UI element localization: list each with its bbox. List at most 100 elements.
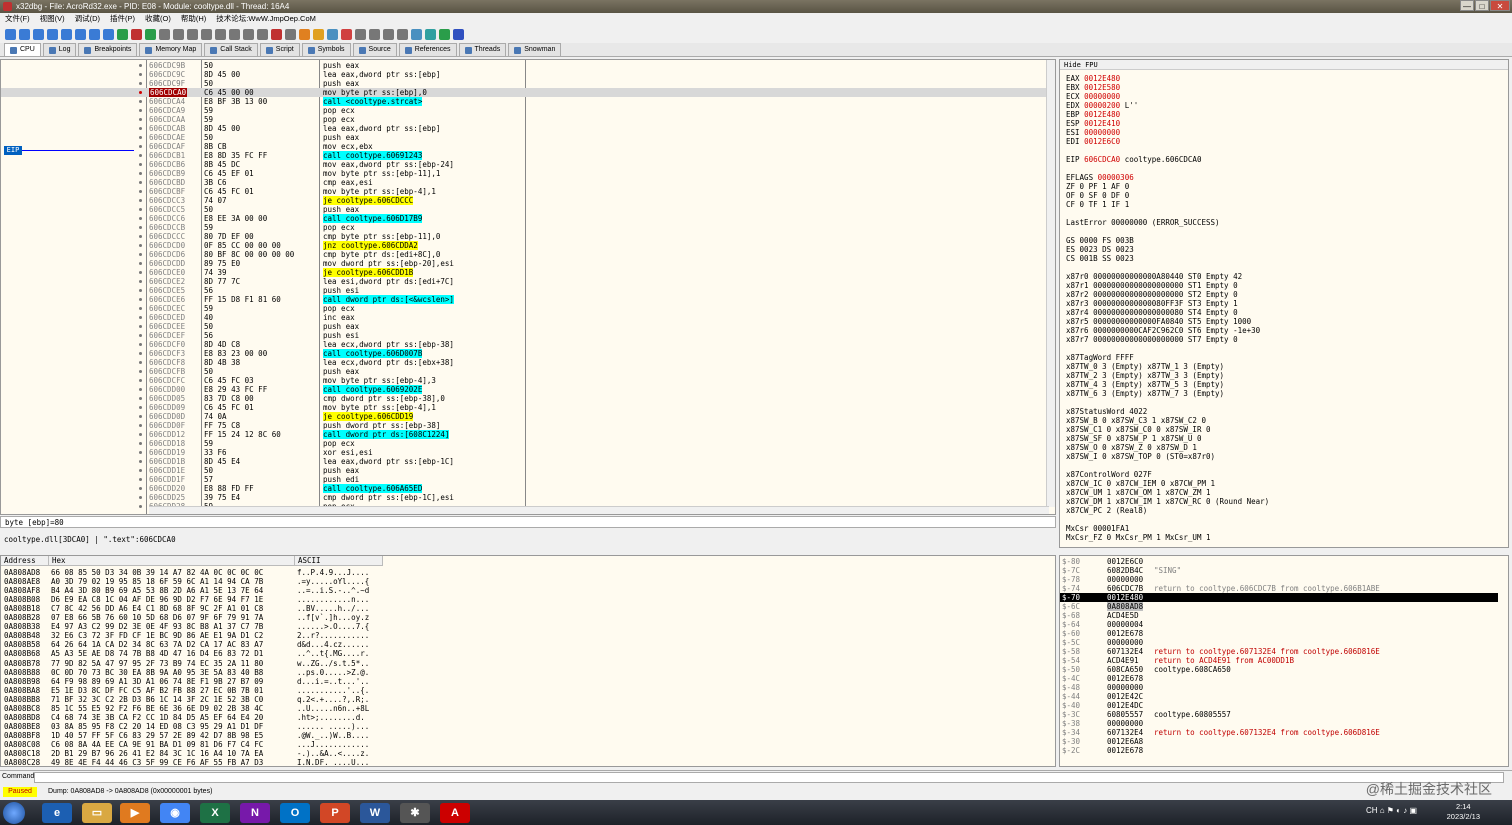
breakpoint-dot[interactable] [139,253,142,256]
disasm-row[interactable]: 606CDD20 E8 88 FD FF call cooltype.606A65E… [1,484,1047,493]
stack-row[interactable]: $-7C 6082DB4C "SING" [1060,566,1498,575]
disasm-row[interactable]: 606CDD05 83 7D C8 00 cmp dword ptr ss:[ebp… [1,394,1047,403]
outlook-icon[interactable]: O [280,803,310,823]
register-value[interactable]: 0012E580 [1084,83,1120,92]
tab-source[interactable]: Source [352,43,397,56]
tab-symbols[interactable]: Symbols [301,43,351,56]
register-value[interactable]: 0012E410 [1084,119,1120,128]
disasm-row[interactable]: 606CDCEC 59 pop ecx [1,304,1047,313]
tab-breakpoints[interactable]: Breakpoints [78,43,138,56]
disasm-row[interactable]: 606CDC9C 8D 45 00 lea eax,dword ptr ss:[eb… [1,70,1047,79]
toolbar-button-icon[interactable] [425,28,436,40]
stack-row[interactable]: $-38 00000000 [1060,719,1498,728]
disasm-horizontal-scrollbar[interactable] [149,506,1049,514]
breakpoint-dot[interactable] [139,415,142,418]
register-line[interactable]: x87r3 0000000000000080FF3F ST3 Empty 1 [1066,299,1238,308]
toolbar-button-icon[interactable] [383,28,394,40]
word-icon[interactable]: W [360,803,390,823]
disasm-row[interactable]: 606CDCEE 50 push eax [1,322,1047,331]
stack-panel[interactable]: $-80 0012E6C0 $-7C 6082DB4C "SING" $-78 000000… [1059,555,1509,767]
toolbar-button-icon[interactable] [47,28,58,40]
register-line[interactable]: EDI 0012E6C0 [1066,137,1120,146]
ie-icon[interactable]: e [42,803,72,823]
breakpoint-dot[interactable] [139,307,142,310]
register-line[interactable]: x87r2 00000000000000000000 ST2 Empty 0 [1066,290,1238,299]
disasm-row[interactable]: 606CDCBD 3B C6 cmp eax,esi [1,178,1047,187]
register-line[interactable]: x87SW_I 0 x87SW_TOP 0 (ST0=x87r0) [1066,452,1215,461]
stack-row[interactable]: $-48 00000000 [1060,683,1498,692]
disasm-row[interactable]: 606CDCE6 FF 15 D8 F1 81 60 call dword ptr … [1,295,1047,304]
register-line[interactable]: x87TW_2 3 (Empty) x87TW_3 3 (Empty) [1066,371,1224,380]
menu-item[interactable]: 插件(P) [110,13,135,25]
breakpoint-dot[interactable] [139,406,142,409]
dump-header-ascii[interactable]: ASCII [295,556,383,566]
toolbar-button-icon[interactable] [201,28,212,40]
disasm-row[interactable]: 606CDCFC C6 45 FC 03 mov byte ptr ss:[ebp-… [1,376,1047,385]
tab-snowman[interactable]: Snowman [508,43,562,56]
toolbar-button-icon[interactable] [285,28,296,40]
disasm-row[interactable]: 606CDCE0 74 39 je cooltype.606CDD1B [1,268,1047,277]
breakpoint-dot[interactable] [139,82,142,85]
dump-panel[interactable]: Address Hex ASCII 0A808AD8 66 08 85 50 D3… [0,555,1056,767]
breakpoint-dot[interactable] [139,226,142,229]
disassembly-view[interactable]: EIP 606CDC9B 50 push eax 606CDC9C 8D 45 00 le… [0,59,1056,515]
stack-row[interactable]: $-78 00000000 [1060,575,1498,584]
register-line[interactable]: GS 0000 FS 003B [1066,236,1134,245]
register-line[interactable]: x87r0 00000000000000A80440 ST0 Empty 42 [1066,272,1242,281]
disasm-row[interactable]: 606CDD25 39 75 E4 cmp dword ptr ss:[ebp-1C… [1,493,1047,502]
breakpoint-dot[interactable] [139,361,142,364]
register-line[interactable]: x87r6 0000000000CAF2C962C0 ST6 Empty -1e… [1066,326,1260,335]
disasm-row[interactable]: 606CDD0D 74 0A je cooltype.606CDD19 [1,412,1047,421]
register-line[interactable]: CF 0 TF 1 IF 1 [1066,200,1129,209]
register-line[interactable]: EBX 0012E580 [1066,83,1120,92]
disasm-row[interactable]: 606CDD19 33 F6 xor esi,esi [1,448,1047,457]
dump-header-hex[interactable]: Hex [49,556,295,566]
excel-icon[interactable]: X [200,803,230,823]
disasm-row[interactable]: 606CDCDD 89 75 E0 mov dword ptr ss:[ebp-20… [1,259,1047,268]
register-line[interactable]: EFLAGS 00000306 [1066,173,1134,182]
register-line[interactable]: x87TW_0 3 (Empty) x87TW_1 3 (Empty) [1066,362,1224,371]
breakpoint-dot[interactable] [139,496,142,499]
onenote-icon[interactable]: N [240,803,270,823]
toolbar-button-icon[interactable] [215,28,226,40]
breakpoint-dot[interactable] [139,460,142,463]
breakpoint-dot[interactable] [139,487,142,490]
disasm-row[interactable]: 606CDCAA 59 pop ecx [1,115,1047,124]
register-line[interactable]: x87SW_SF 0 x87SW_P 1 x87SW_U 0 [1066,434,1201,443]
toolbar-button-icon[interactable] [5,28,16,40]
register-line[interactable]: ESP 0012E410 [1066,119,1120,128]
toolbar-button-icon[interactable] [341,28,352,40]
register-value[interactable]: 0012E480 [1084,74,1120,83]
register-value[interactable]: 0012E480 [1084,110,1120,119]
toolbar-button-icon[interactable] [145,28,156,40]
disasm-row[interactable]: 606CDCA9 59 pop ecx [1,106,1047,115]
acrobat-icon[interactable]: A [440,803,470,823]
chrome-icon[interactable]: ◉ [160,803,190,823]
breakpoint-dot[interactable] [139,145,142,148]
breakpoint-dot[interactable] [139,316,142,319]
disasm-row[interactable]: 606CDD00 E8 29 43 FC FF call cooltype.6069… [1,385,1047,394]
tab-script[interactable]: Script [259,43,300,56]
disasm-row[interactable]: 606CDCC3 74 07 je cooltype.606CDCCC [1,196,1047,205]
register-value[interactable]: 00000306 [1098,173,1134,182]
disasm-row[interactable]: 606CDCEF 56 push esi [1,331,1047,340]
breakpoint-dot[interactable] [139,451,142,454]
tab-references[interactable]: References [398,43,457,56]
hide-fpu-toggle[interactable]: Hide FPU [1060,60,1508,70]
disasm-row[interactable]: 606CDC9F 50 push eax [1,79,1047,88]
register-line[interactable]: MxCsr 00001FA1 [1066,524,1129,533]
register-value[interactable]: 0012E6C0 [1084,137,1120,146]
disasm-row[interactable]: 606CDCBF C6 45 FC 01 mov byte ptr ss:[ebp-… [1,187,1047,196]
disasm-row[interactable]: 606CDC9B 50 push eax [1,61,1047,70]
toolbar-button-icon[interactable] [369,28,380,40]
stack-row[interactable]: $-54 ACD4E91 return to ACD4E91 from AC00DD… [1060,656,1498,665]
register-line[interactable]: x87SW_C1 0 x87SW_C0 0 x87SW_IR 0 [1066,425,1211,434]
stack-row[interactable]: $-2C 0012E678 [1060,746,1498,755]
register-line[interactable]: x87StatusWord 4022 [1066,407,1147,416]
minimize-button[interactable]: — [1460,0,1474,11]
disasm-row[interactable]: 606CDCCC 80 7D EF 00 cmp byte ptr ss:[ebp-… [1,232,1047,241]
register-line[interactable]: CS 001B SS 0023 [1066,254,1134,263]
register-value[interactable]: 00000000 [1084,92,1120,101]
tab-threads[interactable]: Threads [458,43,507,56]
register-line[interactable]: x87SW_B 0 x87SW_C3 1 x87SW_C2 0 [1066,416,1206,425]
